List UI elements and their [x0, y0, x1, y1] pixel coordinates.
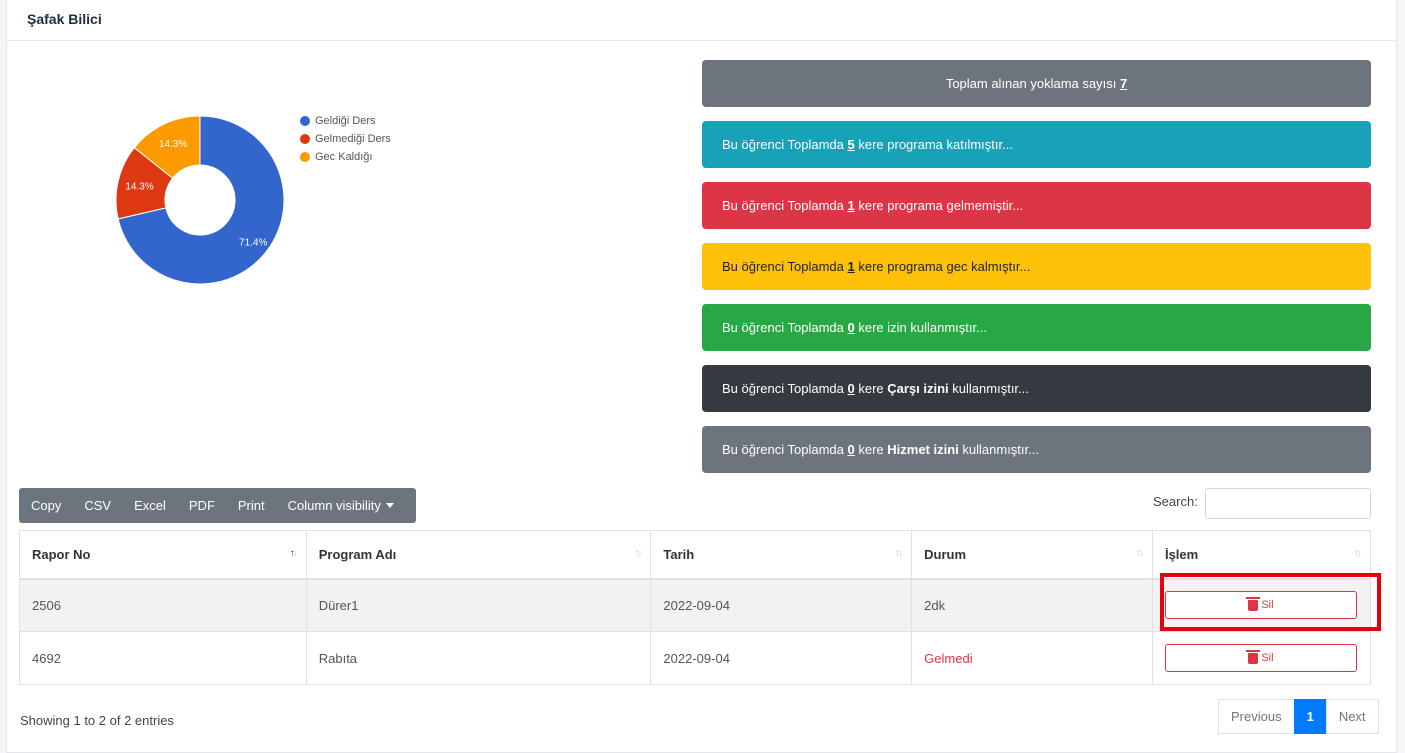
leave-count: 0 — [847, 320, 855, 335]
attendance-donut-chart: 71.4% 14.3% 14.3% — [115, 115, 285, 285]
col-header-program[interactable]: Program Adı ↑↓ — [305, 530, 652, 580]
col-header-program-label: Program Adı — [318, 546, 397, 562]
cell-rapor-no: 2506 — [19, 578, 307, 632]
absent-count: 1 — [847, 198, 855, 213]
service-leave-prefix: Bu öğrenci Toplamda — [722, 442, 848, 457]
previous-page-button[interactable]: Previous — [1218, 699, 1295, 734]
late-prefix: Bu öğrenci Toplamda — [722, 259, 848, 274]
copy-button[interactable]: Copy — [31, 498, 61, 513]
total-attendance-count: 7 — [1119, 76, 1128, 91]
legend-item-late: Gec Kaldığı — [300, 148, 391, 166]
delete-button[interactable]: Sil — [1164, 644, 1357, 672]
cell-program: Rabıta — [305, 631, 652, 685]
page-1-button[interactable]: 1 — [1293, 699, 1327, 734]
col-header-durum-label: Durum — [924, 546, 967, 562]
table-header-row: Rapor No ↑↓ Program Adı ↑↓ Tarih ↑↓ Durum ↑↓… — [19, 530, 1372, 580]
service-leave-mid: kere — [854, 442, 888, 457]
table-row: 4692 Rabıta 2022-09-04 Gelmedi Sil — [19, 631, 1372, 685]
market-leave-type: Çarşı izini — [887, 381, 949, 396]
highlight-annotation-box — [1160, 573, 1381, 631]
col-header-tarih-label: Tarih — [663, 546, 695, 562]
absent-suffix: kere programa gelmemiştir... — [854, 198, 1024, 213]
column-visibility-button[interactable]: Column visibility — [288, 498, 394, 513]
caret-down-icon — [385, 503, 394, 508]
col-header-rapor-no[interactable]: Rapor No ↑↓ — [19, 530, 307, 580]
attended-suffix: kere programa katılmıştır... — [854, 137, 1013, 152]
market-leave-prefix: Bu öğrenci Toplamda — [722, 381, 848, 396]
service-leave-type: Hizmet izini — [887, 442, 959, 457]
csv-button[interactable]: CSV — [84, 498, 111, 513]
late-alert: Bu öğrenci Toplamda 1 kere programa gec … — [702, 243, 1371, 290]
pie-label-late: 14.3% — [159, 139, 187, 150]
sort-asc-icon: ↑↓ — [289, 548, 298, 559]
legend-dot-absent — [300, 134, 310, 144]
absent-prefix: Bu öğrenci Toplamda — [722, 198, 848, 213]
attended-prefix: Bu öğrenci Toplamda — [722, 137, 848, 152]
sort-icon: ↑↓ — [1135, 548, 1144, 559]
col-header-tarih[interactable]: Tarih ↑↓ — [650, 530, 913, 580]
cell-tarih: 2022-09-04 — [650, 631, 913, 685]
col-header-islem-label: İşlem — [1164, 546, 1199, 562]
cell-program: Dürer1 — [305, 578, 652, 632]
card-header: Şafak Bilici — [7, 0, 1396, 41]
col-header-islem[interactable]: İşlem ↑↓ — [1151, 530, 1372, 580]
market-leave-count: 0 — [847, 381, 855, 396]
legend-label-attended: Geldiği Ders — [315, 115, 376, 127]
market-leave-suffix: kullanmıştır... — [948, 381, 1029, 396]
service-leave-alert: Bu öğrenci Toplamda 0 kere Hizmet izini … — [702, 426, 1371, 473]
late-suffix: kere programa gec kalmıştır... — [854, 259, 1031, 274]
late-count: 1 — [847, 259, 855, 274]
print-button[interactable]: Print — [238, 498, 265, 513]
pdf-button[interactable]: PDF — [189, 498, 215, 513]
chart-legend: Geldiği Ders Gelmediği Ders Gec Kaldığı — [300, 112, 391, 166]
market-leave-alert: Bu öğrenci Toplamda 0 kere Çarşı izini k… — [702, 365, 1371, 412]
cell-durum: Gelmedi — [911, 631, 1153, 685]
attended-count: 5 — [847, 137, 855, 152]
sort-icon: ↑↓ — [895, 548, 903, 559]
leave-suffix: kere izin kullanmıştır... — [854, 320, 987, 335]
pagination: Previous 1 Next — [1218, 699, 1379, 734]
cell-tarih: 2022-09-04 — [650, 578, 913, 632]
legend-item-absent: Gelmediği Ders — [300, 130, 391, 148]
search-label: Search: — [1153, 494, 1198, 509]
attended-alert: Bu öğrenci Toplamda 5 kere programa katı… — [702, 121, 1371, 168]
pie-label-attended: 71.4% — [239, 237, 267, 248]
total-attendance-text: Toplam alınan yoklama sayısı — [945, 76, 1120, 91]
delete-button-label: Sil — [1261, 652, 1274, 664]
search-input[interactable] — [1205, 488, 1371, 519]
absent-alert: Bu öğrenci Toplamda 1 kere programa gelm… — [702, 182, 1371, 229]
page-title: Şafak Bilici — [27, 11, 102, 27]
cell-rapor-no: 4692 — [19, 631, 307, 685]
legend-dot-attended — [300, 116, 310, 126]
column-visibility-label: Column visibility — [287, 498, 381, 513]
next-page-button[interactable]: Next — [1325, 699, 1379, 734]
legend-label-late: Gec Kaldığı — [315, 151, 373, 163]
market-leave-mid: kere — [854, 381, 888, 396]
cell-islem: Sil — [1151, 631, 1372, 685]
cell-durum: 2dk — [911, 578, 1153, 632]
table-info: Showing 1 to 2 of 2 entries — [20, 713, 174, 728]
col-header-rapor-no-label: Rapor No — [32, 546, 91, 562]
leave-alert: Bu öğrenci Toplamda 0 kere izin kullanmı… — [702, 304, 1371, 351]
col-header-durum[interactable]: Durum ↑↓ — [911, 530, 1153, 580]
legend-item-attended: Geldiği Ders — [300, 112, 391, 130]
trash-icon — [1246, 649, 1261, 664]
sort-icon: ↑↓ — [1354, 548, 1362, 559]
total-attendance-alert: Toplam alınan yoklama sayısı 7 — [702, 60, 1371, 107]
service-leave-suffix: kullanmıştır... — [958, 442, 1039, 457]
export-toolbar: Copy CSV Excel PDF Print Column visibili… — [19, 488, 416, 523]
pie-label-absent: 14.3% — [125, 181, 153, 192]
leave-prefix: Bu öğrenci Toplamda — [722, 320, 848, 335]
service-leave-count: 0 — [847, 442, 855, 457]
sort-icon: ↑↓ — [634, 548, 642, 559]
legend-dot-late — [300, 152, 310, 162]
excel-button[interactable]: Excel — [134, 498, 166, 513]
legend-label-absent: Gelmediği Ders — [315, 133, 391, 145]
